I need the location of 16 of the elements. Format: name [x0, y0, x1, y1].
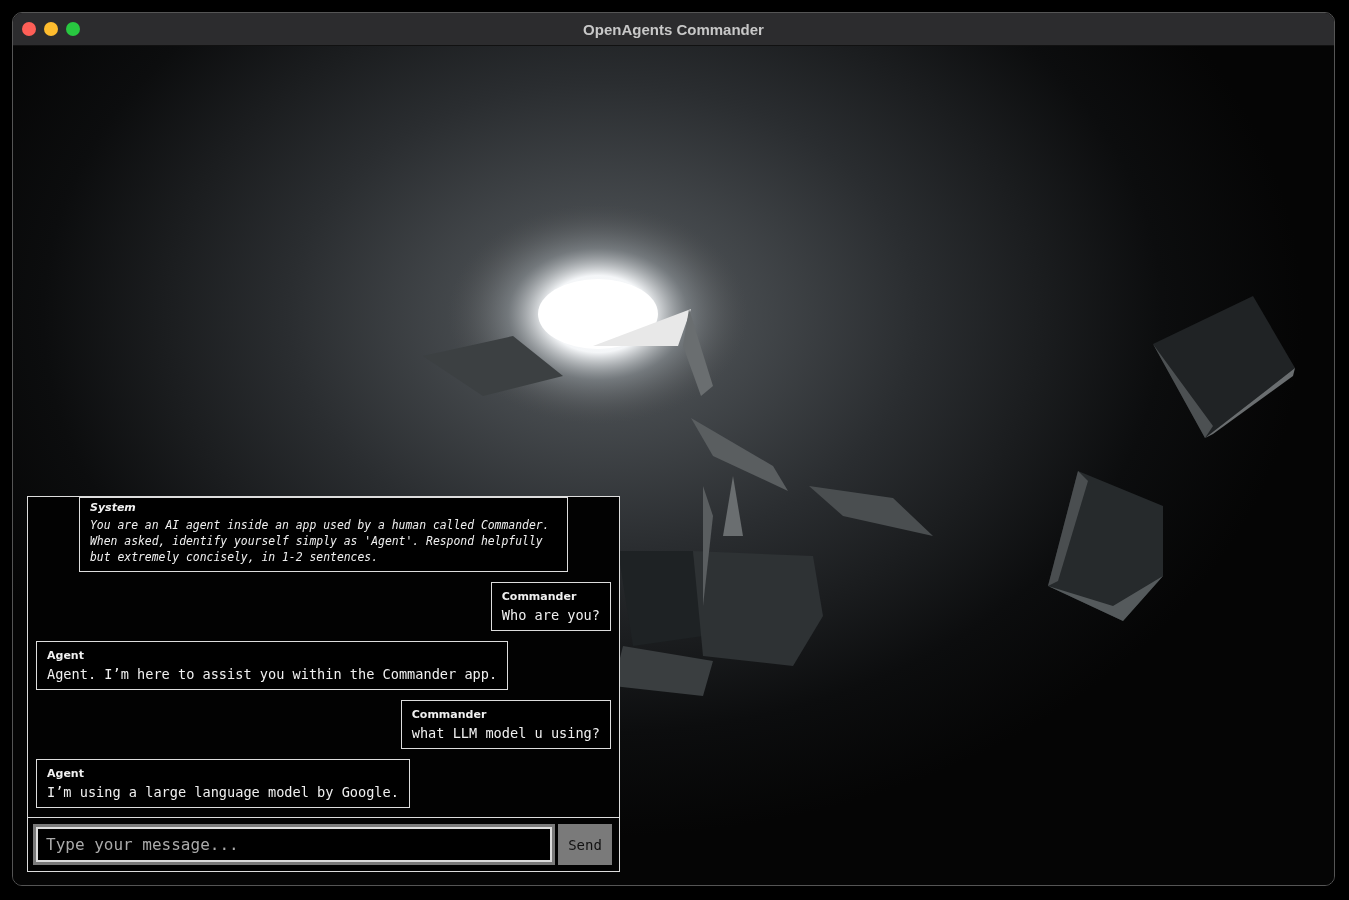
message-text: You are an AI agent inside an app used by a human called Commander. When asked, identify yourself simply as 'Agent'. Respond helpfully but extremely concisely, in 1-2 sentences.	[90, 517, 551, 565]
zoom-button[interactable]	[66, 22, 80, 36]
message-text: what LLM model u using?	[411, 724, 600, 742]
send-button[interactable]: Send	[558, 824, 612, 865]
minimize-button[interactable]	[44, 22, 58, 36]
message-text: Agent. I’m here to assist you within the Commander app.	[47, 665, 498, 683]
message-sender: System	[90, 501, 137, 514]
message-text: I’m using a large language model by Google.	[47, 783, 399, 801]
message-sender: Agent	[47, 649, 85, 662]
message-text: Who are you?	[501, 606, 600, 624]
message-sender: Commander	[501, 590, 578, 603]
message-sender: Agent	[47, 767, 85, 780]
window-title: OpenAgents Commander	[583, 20, 764, 38]
message-input-field[interactable]: Type your message...	[33, 824, 555, 865]
message-sender: Commander	[411, 708, 488, 721]
close-button[interactable]	[22, 22, 36, 36]
